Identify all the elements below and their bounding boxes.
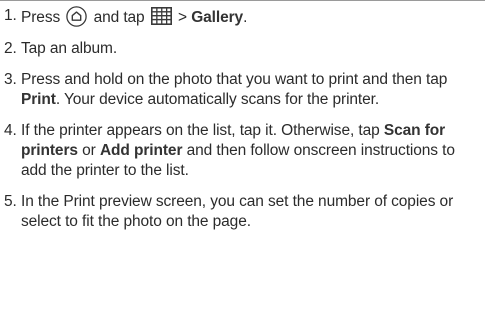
step-3: 3. Press and hold on the photo that you … <box>4 70 482 110</box>
top-divider <box>0 0 485 1</box>
step-number: 1. <box>4 7 17 24</box>
step-text: Tap an album. <box>21 40 118 57</box>
step-number: 2. <box>4 40 17 57</box>
step-number: 5. <box>4 193 17 210</box>
step-1: 1. Press and tap > Gallery. <box>4 6 482 28</box>
step-text: Press and hold on the photo that you wan… <box>21 70 482 110</box>
add-printer-label: Add printer <box>99 142 183 159</box>
step-text: If the printer appears on the list, tap … <box>21 121 482 181</box>
print-label: Print <box>21 91 56 108</box>
step-text-part: > <box>178 9 187 26</box>
step-4: 4. If the printer appears on the list, t… <box>4 121 482 181</box>
instruction-steps: 1. Press and tap > Gallery. 2. Tap an al… <box>4 6 482 232</box>
step-text-part: Press <box>21 9 61 26</box>
step-text: In the Print preview screen, you can set… <box>21 193 454 230</box>
step-text: Press and tap > Gallery. <box>21 6 482 28</box>
step-text-part: Press and hold on the photo that you wan… <box>21 71 448 88</box>
step-number: 3. <box>4 71 17 88</box>
step-text-part: and tap <box>93 9 145 26</box>
step-text-part: If the printer appears on the list, tap … <box>21 122 380 139</box>
gallery-label: Gallery <box>191 9 244 26</box>
step-text-part: . Your device automatically scans for th… <box>55 91 380 108</box>
step-number: 4. <box>4 122 17 139</box>
step-text-part: or <box>82 142 96 159</box>
step-text-part: . <box>243 9 248 26</box>
home-icon <box>66 6 88 27</box>
step-2: 2. Tap an album. <box>4 39 482 59</box>
step-5: 5. In the Print preview screen, you can … <box>4 192 482 232</box>
apps-grid-icon <box>150 7 172 25</box>
